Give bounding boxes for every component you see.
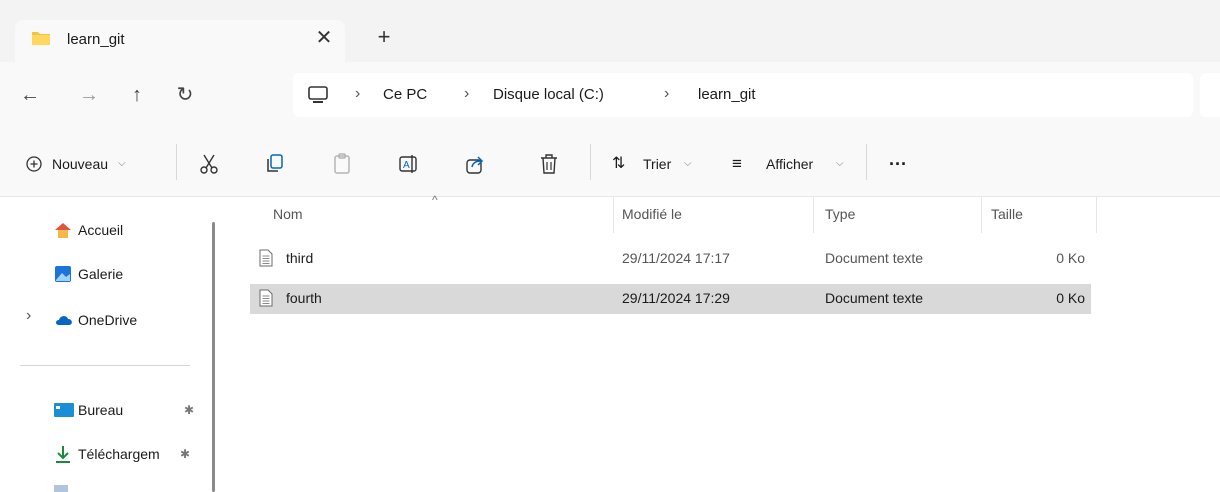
file-row-third[interactable]: third 29/11/2024 17:17 Document texte 0 … [250,244,1091,274]
command-bar: Nouveau ⌵ A ⇅ Trier ⌵ ≡ Afficher ⌵ ··· [0,132,1220,197]
file-name: third [286,250,314,266]
file-row-fourth[interactable]: fourth 29/11/2024 17:29 Document texte 0… [250,284,1091,314]
chevron-down-icon: ⌵ [836,158,844,169]
file-size: 0 Ko [1056,250,1085,266]
address-row: ← → ↑ ↻ › Ce PC › Disque local (C:) › le… [0,62,1220,133]
paste-icon[interactable] [330,152,354,176]
share-icon[interactable] [463,152,487,176]
gallery-icon [55,266,71,282]
file-modified: 29/11/2024 17:17 [622,250,730,266]
delete-icon[interactable] [537,152,561,176]
svg-text:A: A [403,160,410,171]
view-lines-icon: ≡ [732,154,742,173]
partial-nav-icon [54,485,68,492]
sidebar-item-label: Galerie [78,266,124,282]
download-icon [56,446,70,463]
new-button-label: Nouveau [52,156,109,172]
folder-icon [32,32,50,45]
toolbar-divider [590,144,591,180]
column-separator[interactable] [613,197,614,233]
address-bar[interactable]: › Ce PC › Disque local (C:) › learn_git [293,73,1193,117]
sidebar-item-label: Bureau [78,402,124,418]
column-header-name[interactable]: Nom [273,206,303,222]
sidebar-divider [20,365,190,366]
navigation-pane: Accueil Galerie › OneDrive Bureau ✱ Télé… [0,197,210,492]
file-type: Document texte [825,290,924,306]
computer-icon [308,86,328,103]
column-separator[interactable] [813,197,814,233]
cut-icon[interactable] [197,152,221,176]
rename-icon[interactable]: A [397,152,421,176]
pin-icon[interactable]: ✱ [180,439,190,469]
file-type: Document texte [825,250,924,266]
tab-learn-git[interactable]: learn_git ✕ [15,20,345,62]
new-tab-button[interactable]: + [372,24,396,50]
breadcrumb-separator: › [464,85,470,102]
sidebar-item-label: OneDrive [78,312,138,328]
column-separator[interactable] [981,197,982,233]
plus-circle-icon [26,156,42,172]
search-box[interactable] [1200,73,1220,117]
column-header-type[interactable]: Type [825,206,855,222]
chevron-down-icon: ⌵ [118,158,126,169]
file-name: fourth [286,290,322,306]
text-file-icon [259,249,273,267]
toolbar-divider [176,144,177,180]
sort-ascending-icon: ^ [432,193,438,207]
sort-button-label: Trier [643,156,672,172]
copy-icon[interactable] [263,152,287,176]
sidebar-item-label: Accueil [78,222,124,238]
breadcrumb-learn-git[interactable]: learn_git [698,86,756,103]
breadcrumb-separator: › [355,85,361,102]
expand-chevron-icon[interactable]: › [26,307,31,325]
toolbar-divider [866,144,867,180]
refresh-button[interactable]: ↻ [169,79,201,111]
breadcrumb-ce-pc[interactable]: Ce PC [383,86,427,103]
pin-icon[interactable]: ✱ [184,395,194,425]
tab-title: learn_git [67,31,125,48]
cloud-icon [56,316,72,325]
sidebar-scrollbar[interactable] [212,222,215,492]
file-list-empty-area[interactable] [250,320,1190,492]
breadcrumb-disque-local[interactable]: Disque local (C:) [493,86,604,103]
back-button[interactable]: ← [14,79,46,111]
sidebar-item-label: Téléchargem [78,446,160,462]
view-button-label: Afficher [766,156,814,172]
column-header-size[interactable]: Taille [991,206,1023,222]
text-file-icon [259,289,273,307]
breadcrumb-separator: › [664,85,670,102]
close-tab-button[interactable]: ✕ [313,26,335,50]
home-icon [55,223,71,238]
forward-button[interactable]: → [73,79,105,111]
more-options-button[interactable]: ··· [889,150,907,178]
chevron-down-icon: ⌵ [684,158,692,169]
file-modified: 29/11/2024 17:29 [622,290,730,306]
desktop-icon [54,403,74,417]
sort-icon: ⇅ [612,155,626,172]
tab-strip: learn_git ✕ + [0,0,1220,62]
column-header-modified[interactable]: Modifié le [622,206,682,222]
up-button[interactable]: ↑ [121,79,153,111]
file-size: 0 Ko [1056,290,1085,306]
column-separator[interactable] [1096,197,1097,233]
